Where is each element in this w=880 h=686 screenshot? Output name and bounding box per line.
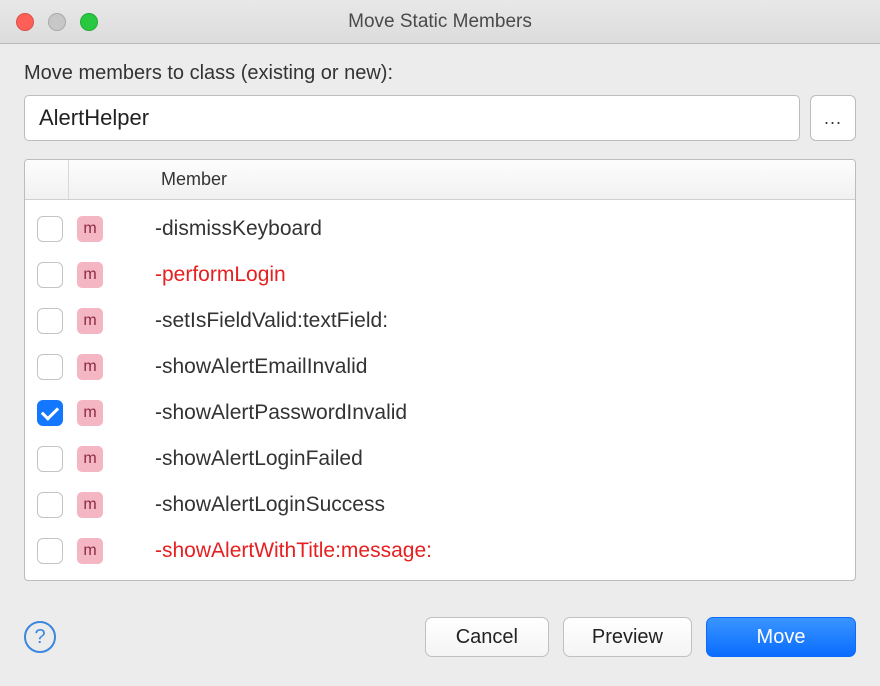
member-checkbox[interactable]: [37, 400, 63, 426]
method-icon: m: [77, 446, 103, 472]
method-icon: m: [77, 492, 103, 518]
titlebar: Move Static Members: [0, 0, 880, 44]
move-button[interactable]: Move: [706, 617, 856, 657]
member-name[interactable]: -showAlertEmailInvalid: [155, 355, 367, 379]
members-table: Member m -dismissKeyboard m -performLogin m -…: [24, 159, 856, 581]
member-name[interactable]: -showAlertWithTitle:message:: [155, 539, 432, 563]
member-checkbox[interactable]: [37, 492, 63, 518]
table-header-checkbox-col: [25, 160, 69, 199]
method-icon: m: [77, 308, 103, 334]
member-name[interactable]: -showAlertLoginFailed: [155, 447, 363, 471]
table-row: m -performLogin: [25, 252, 855, 298]
preview-button[interactable]: Preview: [563, 617, 692, 657]
dialog-footer: ? Cancel Preview Move: [0, 597, 880, 673]
table-row: m -showAlertPasswordInvalid: [25, 390, 855, 436]
method-icon: m: [77, 538, 103, 564]
class-input-row: ...: [24, 95, 856, 141]
member-checkbox[interactable]: [37, 308, 63, 334]
table-row: m -setIsFieldValid:textField:: [25, 298, 855, 344]
help-button[interactable]: ?: [24, 621, 56, 653]
member-checkbox[interactable]: [37, 216, 63, 242]
table-row: m -showAlertEmailInvalid: [25, 344, 855, 390]
table-body: m -dismissKeyboard m -performLogin m -setIsFi…: [25, 200, 855, 580]
table-row: m -showAlertLoginSuccess: [25, 482, 855, 528]
traffic-lights: [0, 13, 98, 31]
zoom-window-button[interactable]: [80, 13, 98, 31]
member-checkbox[interactable]: [37, 262, 63, 288]
target-class-input[interactable]: [24, 95, 800, 141]
table-row: m -dismissKeyboard: [25, 206, 855, 252]
table-header-member: Member: [69, 169, 227, 190]
member-name[interactable]: -performLogin: [155, 263, 286, 287]
table-row: m -showAlertLoginFailed: [25, 436, 855, 482]
method-icon: m: [77, 262, 103, 288]
member-name[interactable]: -dismissKeyboard: [155, 217, 322, 241]
footer-buttons: Cancel Preview Move: [425, 617, 856, 657]
member-checkbox[interactable]: [37, 446, 63, 472]
method-icon: m: [77, 216, 103, 242]
minimize-window-button[interactable]: [48, 13, 66, 31]
cancel-button[interactable]: Cancel: [425, 617, 549, 657]
browse-class-button[interactable]: ...: [810, 95, 856, 141]
table-row: m -showAlertWithTitle:message:: [25, 528, 855, 574]
member-checkbox[interactable]: [37, 354, 63, 380]
close-window-button[interactable]: [16, 13, 34, 31]
member-name[interactable]: -showAlertPasswordInvalid: [155, 401, 407, 425]
prompt-label: Move members to class (existing or new):: [24, 62, 856, 85]
window-title: Move Static Members: [0, 11, 880, 33]
method-icon: m: [77, 400, 103, 426]
table-header: Member: [25, 160, 855, 200]
member-name[interactable]: -setIsFieldValid:textField:: [155, 309, 388, 333]
dialog-content: Move members to class (existing or new):…: [0, 44, 880, 597]
member-checkbox[interactable]: [37, 538, 63, 564]
member-name[interactable]: -showAlertLoginSuccess: [155, 493, 385, 517]
method-icon: m: [77, 354, 103, 380]
